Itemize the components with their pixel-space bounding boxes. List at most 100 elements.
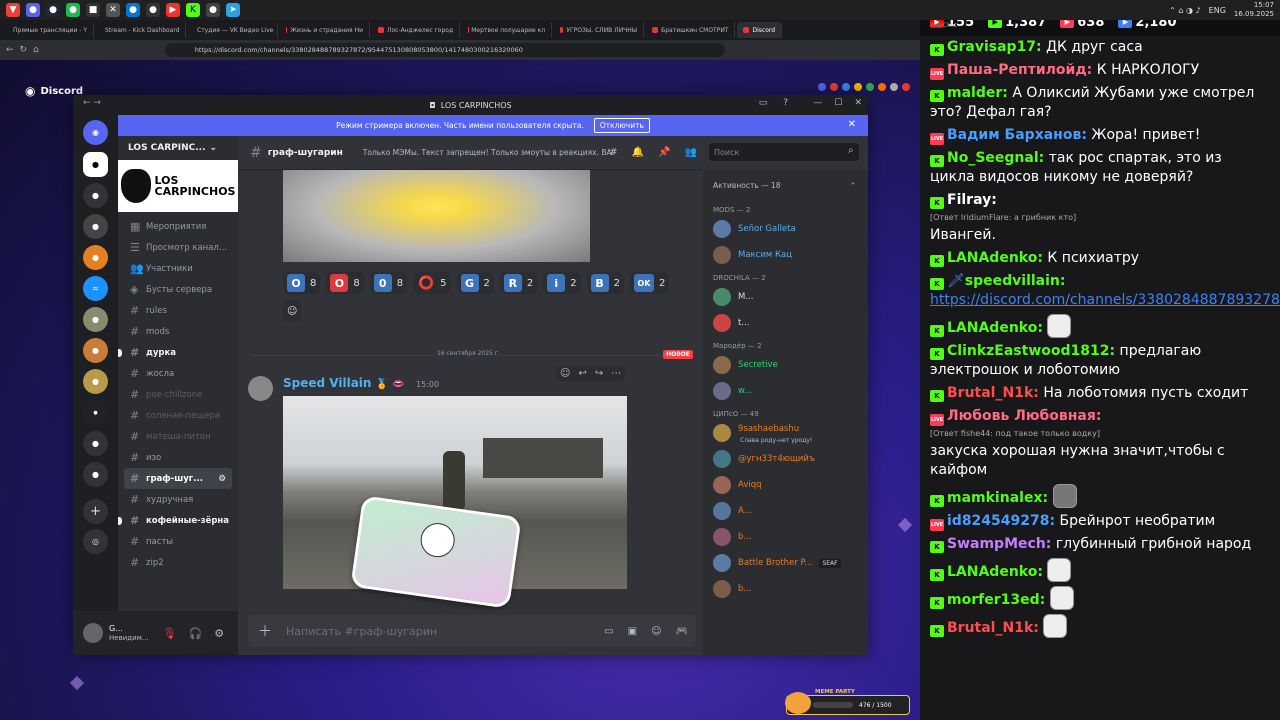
chat-link[interactable]: https://discord.com/channels/33802848878… bbox=[930, 292, 1280, 308]
avatar[interactable] bbox=[713, 288, 731, 306]
url-bar[interactable]: https://discord.com/channels/33802848878… bbox=[164, 43, 725, 57]
keyboard-language[interactable]: ENG bbox=[1209, 6, 1226, 15]
reaction-chip[interactable]: O8 bbox=[283, 272, 321, 294]
avatar[interactable] bbox=[713, 450, 731, 468]
server-icon[interactable]: ● bbox=[83, 214, 108, 239]
server-header[interactable]: LOS CARPINC... ⌄ bbox=[118, 136, 238, 160]
chat-username[interactable]: SwampMech: bbox=[947, 536, 1051, 552]
clock[interactable]: 15:07 16.09.2025 bbox=[1234, 1, 1274, 19]
chat-username[interactable]: Gravisap17: bbox=[947, 39, 1042, 55]
chat-username[interactable]: speedvillain: bbox=[965, 273, 1066, 289]
member-item[interactable]: Battle Brother P... SEAF bbox=[703, 550, 868, 576]
reload-icon[interactable]: ↻ bbox=[20, 45, 28, 55]
channel-item[interactable]: ◈ Бусты сервера bbox=[118, 279, 238, 300]
gif-icon[interactable]: ▣ bbox=[628, 626, 637, 637]
member-item[interactable]: Secretive bbox=[703, 352, 868, 378]
browser-tab[interactable]: Студия — VK Видео Live bbox=[188, 22, 278, 38]
avatar[interactable] bbox=[713, 528, 731, 546]
channel-item[interactable]: # poe-chillzone bbox=[118, 384, 238, 405]
channel-item[interactable]: # жосла bbox=[118, 363, 238, 384]
chat-username[interactable]: Filray: bbox=[947, 192, 997, 208]
server-icon[interactable]: ● bbox=[83, 462, 108, 487]
app-icon[interactable]: ● bbox=[126, 3, 140, 17]
app-icon[interactable]: ● bbox=[146, 3, 160, 17]
chat-username[interactable]: morfer13ed: bbox=[947, 592, 1045, 608]
extension-icon[interactable] bbox=[818, 83, 826, 91]
browser-tab[interactable]: Жизнь и страдания Ни bbox=[280, 22, 370, 38]
message-composer[interactable]: ＋ Написать #граф-шугарин ▭ ▣ ☺ 🎮 bbox=[248, 615, 696, 647]
chat-username[interactable]: Brutal_N1k: bbox=[947, 385, 1039, 401]
steam-app-icon[interactable]: ● bbox=[46, 3, 60, 17]
home-icon[interactable]: ⌂ bbox=[33, 45, 39, 55]
tray-icons[interactable]: ⌃ ⌂ ◑ ♪ bbox=[1169, 6, 1201, 15]
headphones-icon[interactable]: 🎧 bbox=[189, 627, 203, 640]
gift-icon[interactable]: ▭ bbox=[604, 626, 613, 637]
channel-topic[interactable]: Только МЭМы. Текст запрещен! Только эмоу… bbox=[363, 148, 613, 157]
chat-username[interactable]: mamkinalex: bbox=[947, 490, 1048, 506]
avatar[interactable] bbox=[713, 424, 731, 442]
more-icon[interactable]: ⋯ bbox=[611, 368, 621, 379]
channel-item[interactable]: 👥 Участники bbox=[118, 258, 238, 279]
maximize-icon[interactable]: ☐ bbox=[834, 98, 842, 108]
telegram-app-icon[interactable]: ➤ bbox=[226, 3, 240, 17]
chat-username[interactable]: Вадим Барханов: bbox=[947, 127, 1087, 143]
browser-tab[interactable]: Discord bbox=[737, 22, 783, 38]
app-icon[interactable]: ✕ bbox=[106, 3, 120, 17]
member-item[interactable]: b... bbox=[703, 576, 868, 602]
app-icon[interactable]: ● bbox=[206, 3, 220, 17]
reaction-chip[interactable]: B2 bbox=[586, 272, 624, 294]
reaction-chip[interactable]: OK 2 bbox=[630, 272, 670, 294]
channel-item[interactable]: # кофейные-зёрна bbox=[118, 510, 238, 531]
bell-icon[interactable]: 🔔 bbox=[632, 147, 644, 158]
member-item[interactable]: 9sashaebashu Слава роду-нет уроду! bbox=[703, 420, 868, 446]
chat-username[interactable]: malder: bbox=[947, 85, 1008, 101]
chat-username[interactable]: LANAdenko: bbox=[947, 250, 1043, 266]
inbox-icon[interactable]: ▭ bbox=[759, 98, 768, 108]
reaction-emoji-icon[interactable]: ☺ bbox=[560, 368, 570, 379]
sticker-icon[interactable]: ☺ bbox=[651, 626, 661, 637]
chat-username[interactable]: Паша-Рептилойд: bbox=[947, 62, 1092, 78]
add-attachment-icon[interactable]: ＋ bbox=[258, 621, 272, 641]
mute-mic-icon[interactable]: 🎙 bbox=[163, 627, 177, 640]
threads-icon[interactable]: # bbox=[609, 147, 617, 158]
server-icon[interactable]: ● bbox=[83, 183, 108, 208]
message-author[interactable]: Speed Villain 🏅 👄 bbox=[283, 376, 405, 390]
browser-tab[interactable]: Мертвое полушарие кл bbox=[462, 22, 553, 38]
activity-header[interactable]: Активность — 18 ⌃ bbox=[703, 170, 868, 200]
channel-item[interactable]: # матеша-питон bbox=[118, 426, 238, 447]
avatar[interactable] bbox=[713, 580, 731, 598]
member-item[interactable]: M... bbox=[703, 284, 868, 310]
reaction-chip[interactable]: O8 bbox=[326, 272, 364, 294]
reaction-chip[interactable]: ⭕ 5 bbox=[413, 272, 451, 294]
message-image[interactable] bbox=[283, 170, 590, 262]
chat-username[interactable]: id824549278: bbox=[947, 513, 1055, 529]
extension-icon[interactable] bbox=[902, 83, 910, 91]
back-forward-icon[interactable]: ← → bbox=[83, 98, 101, 108]
extension-icon[interactable] bbox=[890, 83, 898, 91]
chat-username[interactable]: LANAdenko: bbox=[947, 564, 1043, 580]
channel-item[interactable]: # граф-шуг... ⚙ bbox=[124, 468, 232, 489]
add-server-icon[interactable]: + bbox=[83, 499, 108, 524]
extension-icon[interactable] bbox=[854, 83, 862, 91]
member-item[interactable]: t... bbox=[703, 310, 868, 336]
browser-tab[interactable]: Прямые трансляции - Y bbox=[4, 22, 94, 38]
extension-icon[interactable] bbox=[842, 83, 850, 91]
browser-app-icon[interactable]: ▼ bbox=[6, 3, 20, 17]
chat-username[interactable]: Brutal_N1k: bbox=[947, 620, 1039, 636]
avatar[interactable] bbox=[83, 623, 103, 643]
discord-app-icon[interactable]: ● bbox=[26, 3, 40, 17]
extension-icon[interactable] bbox=[830, 83, 838, 91]
search-input[interactable]: Поиск bbox=[709, 143, 859, 161]
avatar[interactable] bbox=[713, 476, 731, 494]
direct-messages-icon[interactable]: ◉ bbox=[83, 120, 108, 145]
channel-item[interactable]: # худручная bbox=[118, 489, 238, 510]
server-icon[interactable]: ● bbox=[83, 338, 108, 363]
member-item[interactable]: w... bbox=[703, 378, 868, 404]
discover-icon[interactable]: ◎ bbox=[83, 529, 108, 554]
spotify-app-icon[interactable]: ● bbox=[66, 3, 80, 17]
server-icon[interactable]: ● bbox=[83, 400, 108, 425]
server-icon[interactable]: ≈ bbox=[83, 276, 108, 301]
app-icon[interactable]: ▶ bbox=[166, 3, 180, 17]
reply-icon[interactable]: ↩ bbox=[578, 368, 586, 379]
browser-tab[interactable]: УГРОЗЫ, СЛИВ ЛИЧНЫ bbox=[554, 22, 645, 38]
